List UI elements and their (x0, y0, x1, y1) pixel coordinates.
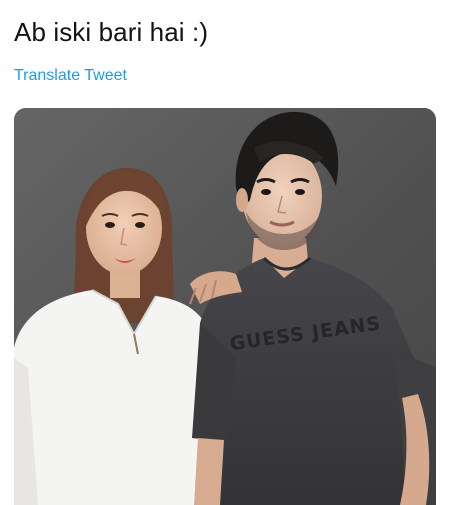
woman-white-top (14, 290, 212, 505)
tweet-text: Ab iski bari hai :) (14, 17, 209, 47)
translate-tweet-link[interactable]: Translate Tweet (14, 66, 127, 86)
tweet-photo[interactable]: GUESS JEANS (14, 108, 436, 505)
photo-illustration: GUESS JEANS (14, 108, 436, 505)
